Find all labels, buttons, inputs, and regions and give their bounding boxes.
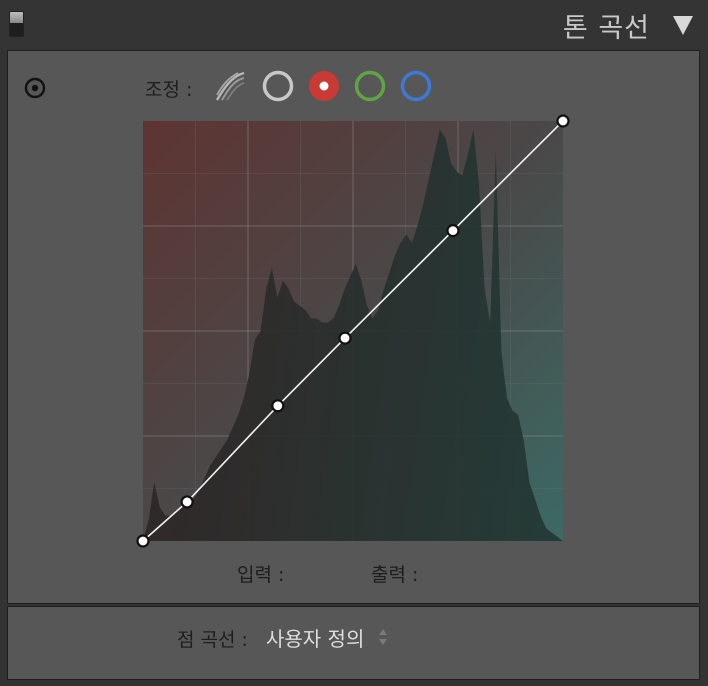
curve-control-point[interactable] (136, 534, 150, 548)
red-channel-button[interactable] (308, 70, 340, 102)
panel-enable-toggle[interactable] (9, 11, 24, 37)
input-label: 입력 : (237, 564, 285, 586)
curve-control-point[interactable] (271, 399, 285, 413)
rgb-channel-button[interactable] (262, 70, 294, 102)
blue-channel-button[interactable] (400, 70, 432, 102)
point-curve-dropdown[interactable]: 사용자 정의 (266, 623, 388, 651)
output-label: 출력 : (371, 564, 419, 586)
panel-header: 톤 곡선 (0, 0, 708, 48)
curve-control-point[interactable] (446, 224, 460, 238)
point-curve-label: 점 곡선 : (177, 629, 248, 651)
parametric-curve-icon[interactable] (214, 70, 246, 102)
curve-control-point[interactable] (338, 331, 352, 345)
collapse-triangle-icon[interactable] (672, 14, 694, 36)
green-channel-button[interactable] (354, 70, 386, 102)
adjust-label: 조정 : (145, 79, 193, 101)
tone-curve-graph[interactable] (136, 114, 570, 548)
curve-control-point[interactable] (556, 114, 570, 128)
panel-title: 톤 곡선 (562, 13, 650, 44)
point-curve-value: 사용자 정의 (266, 626, 365, 651)
target-adjustment-icon[interactable] (24, 77, 46, 99)
up-down-arrows-icon (379, 629, 388, 645)
curve-control-point[interactable] (180, 495, 194, 509)
